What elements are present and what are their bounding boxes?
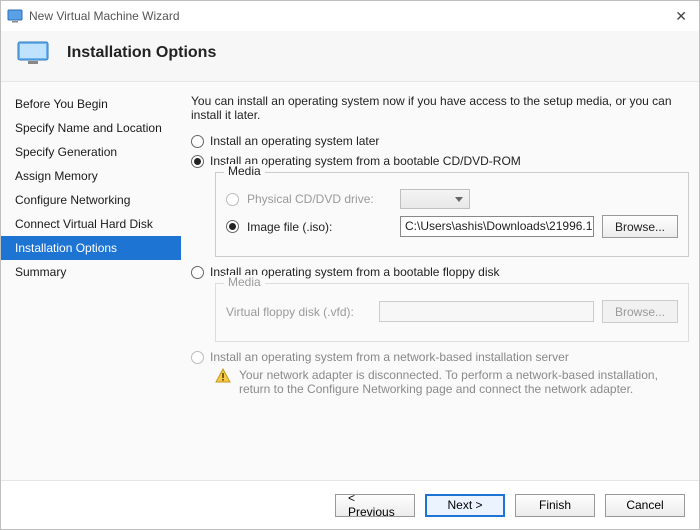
option-label: Install an operating system from a netwo… xyxy=(210,350,569,364)
radio-icon xyxy=(226,193,239,206)
warning-text: Your network adapter is disconnected. To… xyxy=(239,368,689,396)
physical-drive-row: Physical CD/DVD drive: xyxy=(226,189,678,209)
finish-button[interactable]: Finish xyxy=(515,494,595,517)
option-install-floppy[interactable]: Install an operating system from a boota… xyxy=(191,265,689,279)
radio-icon xyxy=(191,135,204,148)
sidebar-item-specify-generation[interactable]: Specify Generation xyxy=(1,140,181,164)
physical-drive-dropdown xyxy=(400,189,470,209)
footer: < Previous Next > Finish Cancel xyxy=(1,481,699,529)
group-legend: Media xyxy=(224,275,265,289)
physical-drive-label: Physical CD/DVD drive: xyxy=(247,192,392,206)
group-legend: Media xyxy=(224,164,265,178)
next-button[interactable]: Next > xyxy=(425,494,505,517)
close-icon[interactable]: ✕ xyxy=(669,8,693,25)
image-file-row: Image file (.iso): C:\Users\ashis\Downlo… xyxy=(226,215,678,238)
header: Installation Options xyxy=(1,31,699,81)
radio-icon xyxy=(191,351,204,364)
content: You can install an operating system now … xyxy=(181,82,699,480)
sidebar-item-specify-name[interactable]: Specify Name and Location xyxy=(1,116,181,140)
option-install-network: Install an operating system from a netwo… xyxy=(191,350,689,364)
image-file-label: Image file (.iso): xyxy=(247,220,392,234)
image-file-input[interactable]: C:\Users\ashis\Downloads\21996.1.210529-… xyxy=(400,216,594,237)
warning-icon xyxy=(215,368,231,384)
radio-icon xyxy=(191,155,204,168)
floppy-row: Virtual floppy disk (.vfd): Browse... xyxy=(226,300,678,323)
monitor-icon xyxy=(17,41,49,65)
sidebar-item-summary[interactable]: Summary xyxy=(1,260,181,284)
option-install-later[interactable]: Install an operating system later xyxy=(191,134,689,148)
floppy-input xyxy=(379,301,594,322)
cancel-button[interactable]: Cancel xyxy=(605,494,685,517)
window-title: New Virtual Machine Wizard xyxy=(29,9,180,23)
app-icon xyxy=(7,8,23,24)
media-group-cd: Media Physical CD/DVD drive: Image file … xyxy=(215,172,689,257)
radio-icon xyxy=(191,266,204,279)
floppy-label: Virtual floppy disk (.vfd): xyxy=(226,305,371,319)
body: Before You Begin Specify Name and Locati… xyxy=(1,81,699,481)
sidebar-item-connect-vhd[interactable]: Connect Virtual Hard Disk xyxy=(1,212,181,236)
sidebar-item-configure-networking[interactable]: Configure Networking xyxy=(1,188,181,212)
option-install-cd[interactable]: Install an operating system from a boota… xyxy=(191,154,689,168)
intro-text: You can install an operating system now … xyxy=(191,94,689,122)
media-group-floppy: Media Virtual floppy disk (.vfd): Browse… xyxy=(215,283,689,342)
browse-button-disabled: Browse... xyxy=(602,300,678,323)
sidebar-item-installation-options[interactable]: Installation Options xyxy=(1,236,181,260)
option-label: Install an operating system later xyxy=(210,134,379,148)
network-warning: Your network adapter is disconnected. To… xyxy=(215,368,689,396)
browse-button[interactable]: Browse... xyxy=(602,215,678,238)
titlebar: New Virtual Machine Wizard ✕ xyxy=(1,1,699,31)
page-title: Installation Options xyxy=(67,44,216,62)
wizard-window: New Virtual Machine Wizard ✕ Installatio… xyxy=(0,0,700,530)
radio-icon[interactable] xyxy=(226,220,239,233)
sidebar: Before You Begin Specify Name and Locati… xyxy=(1,82,181,480)
previous-button[interactable]: < Previous xyxy=(335,494,415,517)
sidebar-item-before-you-begin[interactable]: Before You Begin xyxy=(1,92,181,116)
sidebar-item-assign-memory[interactable]: Assign Memory xyxy=(1,164,181,188)
